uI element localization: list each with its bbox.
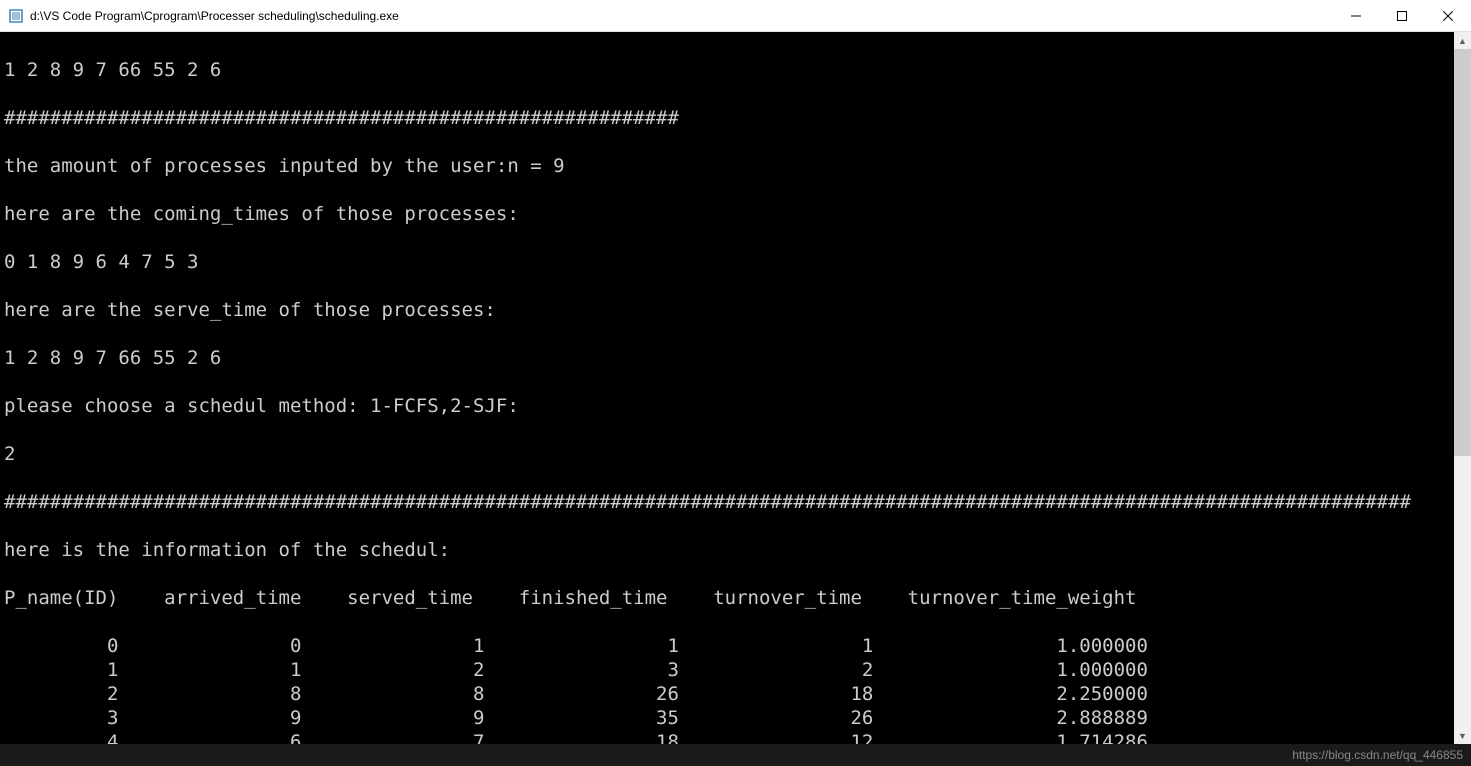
console-line: 2	[4, 442, 1467, 466]
console-line: ########################################…	[4, 490, 1467, 514]
window-title: d:\VS Code Program\Cprogram\Processer sc…	[30, 9, 1333, 23]
close-button[interactable]	[1425, 0, 1471, 31]
vertical-scrollbar[interactable]: ▲ ▼	[1454, 32, 1471, 744]
titlebar: d:\VS Code Program\Cprogram\Processer sc…	[0, 0, 1471, 32]
minimize-button[interactable]	[1333, 0, 1379, 31]
console-line: 0 1 8 9 6 4 7 5 3	[4, 250, 1467, 274]
console-line: here are the coming_times of those proce…	[4, 202, 1467, 226]
scroll-down-icon[interactable]: ▼	[1454, 727, 1471, 744]
maximize-button[interactable]	[1379, 0, 1425, 31]
app-icon	[8, 8, 24, 24]
table-row: 4 6 7 18 12 1.714286	[4, 730, 1467, 744]
table-row: 2 8 8 26 18 2.250000	[4, 682, 1467, 706]
scroll-up-icon[interactable]: ▲	[1454, 32, 1471, 49]
scrollbar-thumb[interactable]	[1454, 49, 1471, 456]
console-output[interactable]: 1 2 8 9 7 66 55 2 6 ####################…	[0, 32, 1471, 744]
console-line: 1 2 8 9 7 66 55 2 6	[4, 346, 1467, 370]
watermark-text: https://blog.csdn.net/qq_446855	[1292, 748, 1463, 762]
console-line: here is the information of the schedul:	[4, 538, 1467, 562]
table-header: P_name(ID) arrived_time served_time fini…	[4, 586, 1467, 610]
console-line: ########################################…	[4, 106, 1467, 130]
console-line: 1 2 8 9 7 66 55 2 6	[4, 58, 1467, 82]
table-row: 0 0 1 1 1 1.000000	[4, 634, 1467, 658]
watermark-bar: https://blog.csdn.net/qq_446855	[0, 744, 1471, 766]
console-line: here are the serve_time of those process…	[4, 298, 1467, 322]
console-line: please choose a schedul method: 1-FCFS,2…	[4, 394, 1467, 418]
table-row: 1 1 2 3 2 1.000000	[4, 658, 1467, 682]
scrollbar-track[interactable]	[1454, 49, 1471, 727]
window-controls	[1333, 0, 1471, 31]
console-line: the amount of processes inputed by the u…	[4, 154, 1467, 178]
table-row: 3 9 9 35 26 2.888889	[4, 706, 1467, 730]
